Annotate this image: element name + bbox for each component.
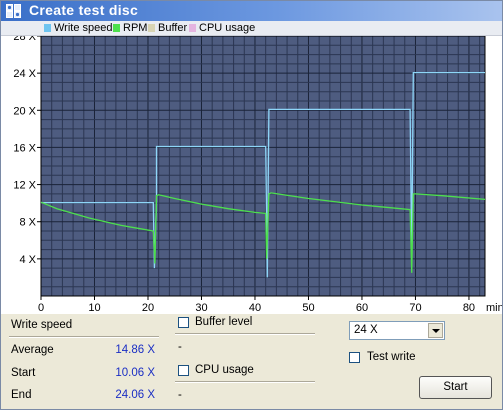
test-write-checkbox[interactable] xyxy=(349,352,360,363)
title-bar: Create test disc xyxy=(1,1,502,21)
x-tick-label: 30 xyxy=(195,302,207,314)
disc-test-icon xyxy=(6,4,21,18)
end-label: End xyxy=(11,389,32,401)
x-tick-label: 20 xyxy=(142,302,154,314)
window-title: Create test disc xyxy=(29,2,139,18)
cpu-usage-value: - xyxy=(178,389,182,401)
legend-label: Write speed xyxy=(54,22,113,34)
legend-rpm: RPM xyxy=(113,22,147,34)
y-tick-label: 28 X xyxy=(13,36,36,43)
legend-label: RPM xyxy=(123,22,148,34)
legend-swatch xyxy=(44,24,51,32)
y-tick-label: 24 X xyxy=(13,68,36,80)
y-tick-label: 4 X xyxy=(19,254,36,266)
legend-swatch xyxy=(189,24,196,32)
x-tick-label: 50 xyxy=(302,302,314,314)
y-tick-label: 20 X xyxy=(13,105,36,117)
speed-chart: 4 X 8 X 12 X 16 X 20 X 24 X 28 X 0 10 20 30 40 50 60 7… xyxy=(13,31,503,314)
x-axis-unit: min xyxy=(486,302,502,314)
separator xyxy=(175,333,315,335)
cpu-usage-checkbox[interactable] xyxy=(178,365,189,376)
legend-label: CPU usage xyxy=(199,22,256,34)
y-tick-label: 12 X xyxy=(13,180,36,192)
end-value: 24.06 X xyxy=(115,389,155,401)
x-tick-label: 10 xyxy=(88,302,100,314)
buffer-level-label: Buffer level xyxy=(195,316,253,328)
average-value: 14.86 X xyxy=(115,344,155,356)
x-tick-label: 80 xyxy=(463,302,475,314)
separator xyxy=(9,336,159,338)
chevron-down-icon[interactable] xyxy=(428,323,443,338)
legend-swatch xyxy=(113,24,120,32)
legend-swatch xyxy=(148,24,155,32)
start-label: Start xyxy=(11,367,36,379)
chart-area: 4 X 8 X 12 X 16 X 20 X 24 X 28 X 0 10 20 30 40 50 60 7… xyxy=(1,31,503,314)
y-tick-label: 8 X xyxy=(19,217,36,229)
y-tick-label: 16 X xyxy=(13,142,36,154)
chart-legend: Write speed RPM Buffer CPU usage xyxy=(1,21,502,36)
separator xyxy=(175,381,315,383)
cpu-usage-label: CPU usage xyxy=(195,364,254,376)
x-tick-label: 40 xyxy=(249,302,261,314)
speed-select[interactable]: 24 X xyxy=(349,321,445,340)
legend-cpu-usage: CPU usage xyxy=(189,22,255,34)
average-label: Average xyxy=(11,344,54,356)
speed-select-value: 24 X xyxy=(354,324,378,336)
start-value: 10.06 X xyxy=(115,367,155,379)
x-tick-label: 60 xyxy=(356,302,368,314)
buffer-level-checkbox[interactable] xyxy=(178,317,189,328)
legend-label: Buffer xyxy=(158,22,188,34)
write-speed-section-label: Write speed xyxy=(11,319,73,331)
start-button[interactable]: Start xyxy=(419,376,492,399)
create-test-disc-window: Create test disc Write speed RPM Buffer … xyxy=(0,0,503,410)
x-tick-label: 0 xyxy=(38,302,44,314)
test-write-label: Test write xyxy=(367,351,416,363)
buffer-level-value: - xyxy=(178,341,182,353)
legend-buffer: Buffer xyxy=(148,22,187,34)
legend-write-speed: Write speed xyxy=(44,22,113,34)
x-tick-label: 70 xyxy=(409,302,421,314)
